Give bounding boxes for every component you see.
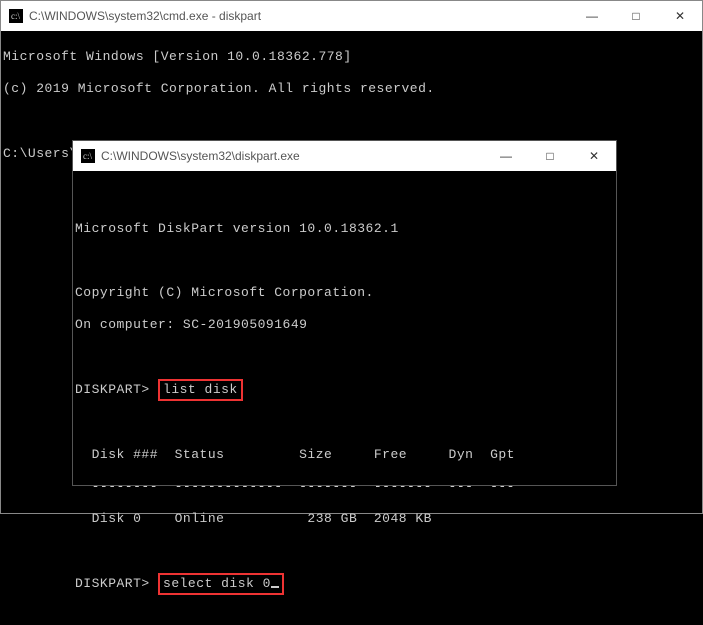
close-button[interactable]: ✕ — [658, 1, 702, 31]
diskpart-title: C:\WINDOWS\system32\diskpart.exe — [101, 149, 484, 163]
table-row: Disk 0 Online 238 GB 2048 KB — [75, 511, 616, 527]
diskpart-prompt: DISKPART> — [75, 382, 158, 397]
terminal-line — [75, 349, 616, 365]
table-header: Disk ### Status Size Free Dyn Gpt — [75, 447, 616, 463]
terminal-line — [75, 543, 616, 559]
cmd-title: C:\WINDOWS\system32\cmd.exe - diskpart — [29, 9, 570, 23]
terminal-line — [75, 189, 616, 205]
terminal-line — [75, 253, 616, 269]
svg-text:c:\: c:\ — [83, 151, 92, 161]
maximize-icon: □ — [546, 149, 553, 163]
cmd-line — [3, 113, 702, 129]
close-icon: ✕ — [675, 9, 685, 23]
diskpart-prompt-line: DISKPART> select disk 0 — [75, 575, 616, 593]
maximize-button[interactable]: □ — [528, 141, 572, 171]
diskpart-icon: c:\ — [81, 149, 95, 163]
diskpart-input-text: select disk 0 — [163, 576, 271, 591]
diskpart-prompt: DISKPART> — [75, 576, 158, 591]
terminal-line: Copyright (C) Microsoft Corporation. — [75, 285, 616, 301]
cmd-line: (c) 2019 Microsoft Corporation. All righ… — [3, 81, 702, 97]
minimize-button[interactable]: — — [570, 1, 614, 31]
diskpart-input-text: list disk — [163, 382, 238, 397]
terminal-line: On computer: SC-201905091649 — [75, 317, 616, 333]
close-icon: ✕ — [589, 149, 599, 163]
maximize-icon: □ — [632, 9, 639, 23]
cmd-titlebar[interactable]: c:\ C:\WINDOWS\system32\cmd.exe - diskpa… — [1, 1, 702, 31]
highlight-select-disk: select disk 0 — [158, 573, 284, 595]
cmd-icon: c:\ — [9, 9, 23, 23]
terminal-line — [75, 415, 616, 431]
table-separator: -------- ------------- ------- ------- -… — [75, 479, 616, 495]
cmd-line: Microsoft Windows [Version 10.0.18362.77… — [3, 49, 702, 65]
svg-text:c:\: c:\ — [11, 11, 20, 21]
diskpart-window-controls: — □ ✕ — [484, 141, 616, 171]
terminal-line: Microsoft DiskPart version 10.0.18362.1 — [75, 221, 616, 237]
highlight-list-disk: list disk — [158, 379, 243, 401]
close-button[interactable]: ✕ — [572, 141, 616, 171]
minimize-button[interactable]: — — [484, 141, 528, 171]
cmd-window-controls: — □ ✕ — [570, 1, 702, 31]
diskpart-prompt-line: DISKPART> list disk — [75, 381, 616, 399]
maximize-button[interactable]: □ — [614, 1, 658, 31]
minimize-icon: — — [586, 9, 598, 23]
minimize-icon: — — [500, 149, 512, 163]
diskpart-window: c:\ C:\WINDOWS\system32\diskpart.exe — □… — [72, 140, 617, 486]
diskpart-titlebar[interactable]: c:\ C:\WINDOWS\system32\diskpart.exe — □… — [73, 141, 616, 171]
diskpart-terminal[interactable]: Microsoft DiskPart version 10.0.18362.1 … — [73, 171, 616, 485]
text-cursor — [271, 586, 279, 588]
